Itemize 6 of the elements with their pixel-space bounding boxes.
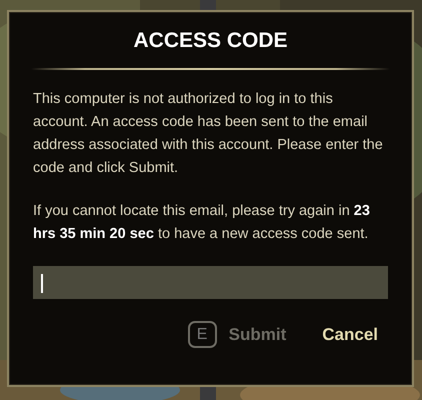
dialog-title: ACCESS CODE xyxy=(132,28,289,54)
message-text: If you cannot locate this email, please try again in 23 hrs 35 min 20 sec to have a new access code sent. xyxy=(33,202,371,244)
cancel-button[interactable]: Cancel xyxy=(312,321,388,348)
message-text: This computer is not authorized to log in to this account. An access code has been sent to the email address associated with this account. Please enter the code and click Submit. xyxy=(33,90,384,178)
keybind-icon: E xyxy=(188,321,217,348)
code-input-field[interactable] xyxy=(33,266,388,299)
